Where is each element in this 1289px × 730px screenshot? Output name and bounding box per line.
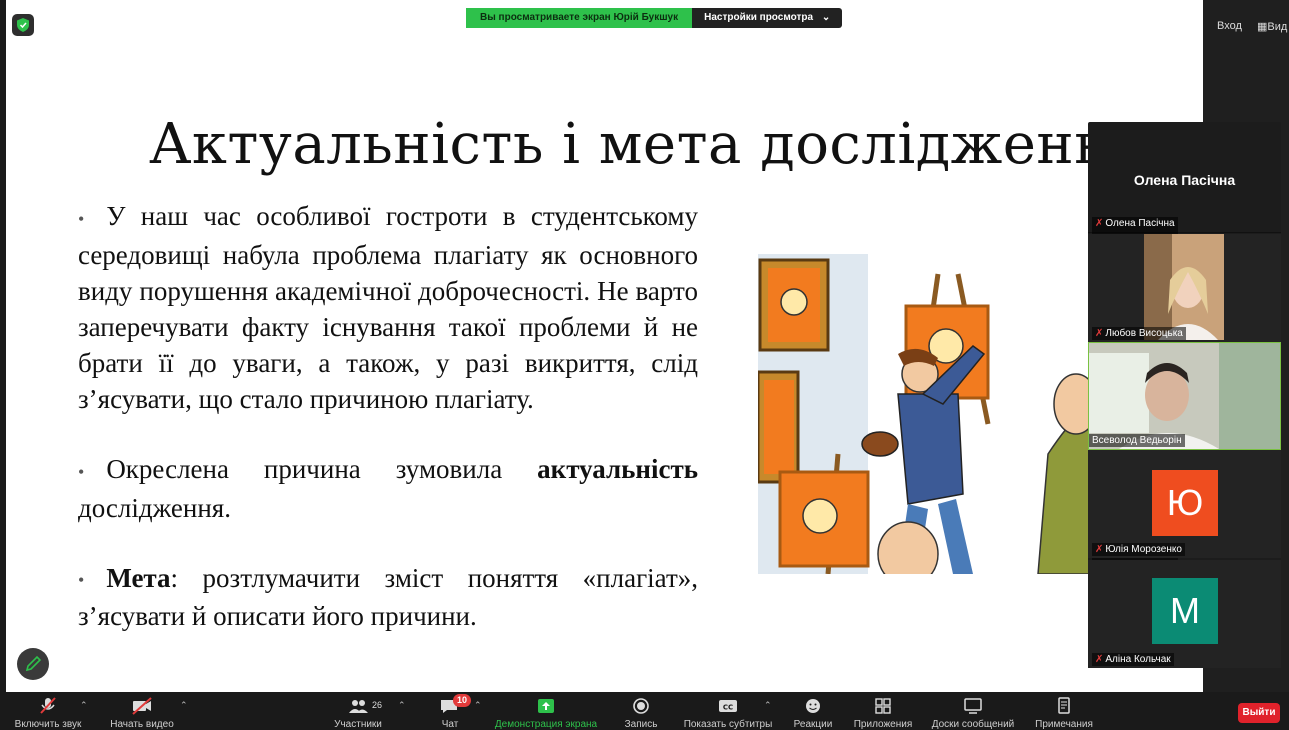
slide-paragraph-3: • Мета: розтлумачити зміст поняття «плагі… — [78, 562, 698, 632]
chat-unread-badge: 10 — [453, 694, 472, 707]
slide-body: • У наш час особливої гостроти в студентс… — [78, 198, 698, 634]
reactions-button[interactable]: Реакции — [790, 692, 836, 730]
start-video-button[interactable]: Начать видео — [106, 692, 178, 730]
slide-title: Актуальність і мета дослідження — [149, 112, 1148, 177]
participant-tile[interactable]: ✗ Любов Висоцька — [1088, 234, 1281, 342]
apps-icon — [875, 698, 891, 714]
active-speaker-name: Олена Пасічна — [1133, 172, 1236, 188]
view-button[interactable]: ▦Вид — [1257, 20, 1287, 33]
svg-text:CC: CC — [723, 704, 733, 712]
slide-paragraph-1: • У наш час особливої гостроти в студентс… — [78, 201, 698, 414]
video-panel: Олена Пасічна ✗ Олена Пасічна ✗ Любов Висо… — [1088, 122, 1281, 668]
cc-icon: CC — [719, 700, 737, 712]
notes-icon — [1058, 697, 1070, 714]
record-button[interactable]: Запись — [618, 692, 664, 730]
participant-label: ✗ Юлія Морозенко — [1092, 543, 1185, 556]
participants-options-caret[interactable]: ⌃ — [398, 700, 406, 711]
bullet: • — [78, 570, 85, 591]
share-screen-button[interactable]: Демонстрация экрана — [490, 692, 602, 730]
participant-avatar: Ю — [1152, 470, 1218, 536]
chevron-down-icon: ⌄ — [821, 12, 831, 23]
leave-meeting-button[interactable]: Выйти — [1238, 703, 1280, 723]
muted-mic-icon: ✗ — [1095, 654, 1104, 665]
participant-label: Всеволод Ведьорін — [1089, 434, 1185, 447]
notes-button[interactable]: Примечания — [1032, 692, 1096, 730]
slide-paragraph-2: • Окреслена причина зумовила актуальність… — [78, 453, 698, 523]
participant-video — [1144, 234, 1224, 340]
enter-button[interactable]: Вход — [1217, 20, 1242, 32]
participants-icon — [349, 700, 368, 713]
shared-screen: Актуальність і мета дослідження • У наш ч… — [6, 0, 1203, 692]
muted-mic-icon: ✗ — [1095, 218, 1104, 229]
smiley-icon — [806, 699, 820, 713]
participant-tile[interactable]: Ю ✗ Юлія Морозенко — [1088, 450, 1281, 558]
view-grid-icon: ▦ — [1257, 21, 1268, 33]
apps-button[interactable]: Приложения — [850, 692, 916, 730]
record-icon — [633, 698, 649, 714]
unmute-button[interactable]: Включить звук — [10, 692, 86, 730]
participant-tile[interactable]: М ✗ Аліна Кольчак — [1088, 560, 1281, 668]
viewing-screen-text: Вы просматриваете экран Юрій Букшук — [466, 8, 693, 28]
muted-mic-icon: ✗ — [1095, 328, 1104, 339]
pencil-icon — [25, 655, 42, 672]
whiteboards-button[interactable]: Доски сообщений — [928, 692, 1018, 730]
annotate-pencil-button[interactable] — [17, 648, 49, 680]
bullet: • — [78, 208, 85, 229]
slide-illustration — [758, 254, 1098, 574]
share-screen-icon — [538, 699, 554, 713]
video-off-icon — [132, 697, 152, 715]
share-banner: Вы просматриваете экран Юрій Букшук Наст… — [466, 8, 843, 28]
participants-button[interactable]: Участники — [328, 692, 388, 730]
bullet: • — [78, 461, 85, 482]
muted-mic-icon: ✗ — [1095, 544, 1104, 555]
whiteboard-icon — [964, 698, 982, 714]
view-options-dropdown[interactable]: Настройки просмотра ⌄ — [692, 8, 843, 28]
captions-options-caret[interactable]: ⌃ — [764, 700, 772, 711]
video-options-caret[interactable]: ⌃ — [180, 700, 188, 711]
participant-label: ✗ Любов Висоцька — [1092, 327, 1186, 340]
participant-avatar: М — [1152, 578, 1218, 644]
participants-count: 26 — [372, 700, 383, 710]
active-speaker-header: Олена Пасічна — [1088, 122, 1281, 232]
audio-options-caret[interactable]: ⌃ — [80, 700, 88, 711]
chat-options-caret[interactable]: ⌃ — [474, 700, 482, 711]
participant-tile-active[interactable]: Всеволод Ведьорін — [1088, 342, 1281, 450]
participant-label: ✗ Аліна Кольчак — [1092, 653, 1174, 666]
muted-mic-icon — [40, 697, 56, 714]
security-shield-icon[interactable] — [12, 14, 34, 36]
show-captions-button[interactable]: CC Показать субтитры — [680, 692, 776, 730]
meeting-toolbar: Включить звук ⌃ Начать видео ⌃ Участники… — [0, 692, 1289, 730]
